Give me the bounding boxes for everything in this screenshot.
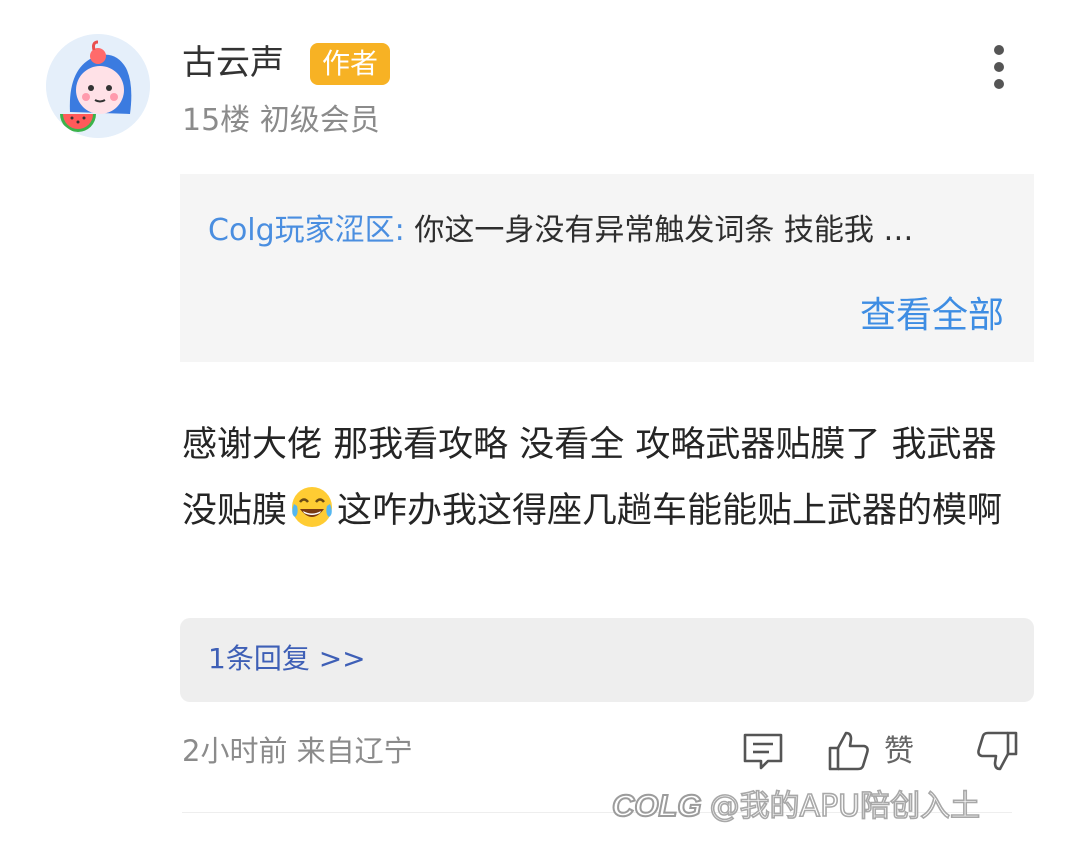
reply-button[interactable] bbox=[740, 730, 786, 774]
avatar[interactable] bbox=[46, 34, 150, 138]
comment-text: 感谢大佬 那我看攻略 没看全 攻略武器贴膜了 我武器没贴膜 这咋办我这得座几趟车… bbox=[182, 412, 1022, 544]
comment-card: 古云声 作者 15楼 初级会员 Colg玩家涩区: 你这一身没有异常触发词条 技… bbox=[0, 0, 1080, 844]
view-all-link[interactable]: 查看全部 bbox=[860, 294, 1004, 338]
quote-line: Colg玩家涩区: 你这一身没有异常触发词条 技能我 … bbox=[208, 210, 1008, 252]
like-button[interactable]: 赞 bbox=[826, 728, 926, 776]
thumbs-up-icon bbox=[828, 731, 869, 771]
quote-text: 你这一身没有异常触发词条 技能我 … bbox=[414, 213, 914, 248]
post-location: 来自辽宁 bbox=[296, 734, 413, 768]
username[interactable]: 古云声 bbox=[182, 40, 284, 86]
tears-of-joy-emoji-icon bbox=[289, 484, 335, 530]
thumbs-down-icon bbox=[977, 731, 1018, 771]
dislike-button[interactable] bbox=[974, 728, 1020, 774]
floor-number: 15楼 bbox=[182, 103, 251, 138]
watermark-text: @我的APU陪创入土 bbox=[709, 788, 981, 825]
watermark: COLG @我的APU陪创入土 bbox=[611, 784, 981, 828]
post-time: 2小时前 bbox=[182, 734, 288, 768]
more-vertical-icon bbox=[994, 45, 1004, 89]
quoted-comment[interactable]: Colg玩家涩区: 你这一身没有异常触发词条 技能我 … 查看全部 bbox=[180, 174, 1034, 362]
post-meta: 2小时前 来自辽宁 bbox=[182, 730, 413, 772]
comment-icon bbox=[743, 733, 783, 770]
replies-box[interactable]: 1条回复 >> bbox=[180, 618, 1034, 702]
comment-text-part2: 这咋办我这得座几趟车能能贴上武器的模啊 bbox=[337, 491, 1003, 531]
watermark-logo: COLG bbox=[611, 787, 703, 824]
quote-author[interactable]: Colg玩家涩区: bbox=[208, 213, 405, 248]
more-options-button[interactable] bbox=[978, 40, 1020, 96]
user-meta: 15楼 初级会员 bbox=[182, 100, 380, 142]
member-level: 初级会员 bbox=[259, 103, 380, 138]
author-badge: 作者 bbox=[310, 43, 390, 85]
view-replies-link[interactable]: 1条回复 >> bbox=[208, 638, 366, 680]
like-label: 赞 bbox=[884, 734, 914, 769]
avatar-image bbox=[46, 34, 150, 138]
